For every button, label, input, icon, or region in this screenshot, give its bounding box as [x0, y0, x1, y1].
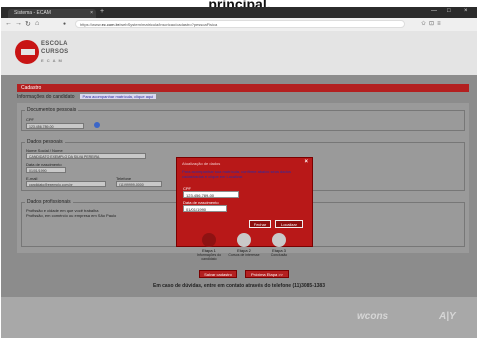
logo-line2: CURSOS — [41, 49, 69, 55]
url-path: /webSystem/matricula/inscricao/cadastro?… — [119, 22, 218, 27]
bookmark-icon[interactable]: ✩ — [421, 21, 429, 27]
telefone-input[interactable]: (11)99999-0000 — [116, 181, 162, 187]
profissao-line2: Profissão, em comércio ou empresa em São… — [26, 213, 117, 218]
dialog-text: Para acompanhar sua matrícula, confirme … — [182, 169, 291, 179]
escola-logo[interactable]: ESCOLA CURSOS E C A M — [15, 38, 73, 68]
window-close-icon[interactable]: × — [464, 8, 468, 14]
dados-pessoais-legend: Dados pessoais — [27, 139, 63, 145]
documentos-fieldset: Documentos pessoais CPF 123.456.789-00 — [21, 107, 465, 131]
step-3-desc: Conclusão — [270, 253, 288, 257]
home-icon[interactable]: ⌂ — [35, 20, 39, 27]
lock-icon: ● — [63, 21, 67, 27]
url-host: ec.com.br — [101, 22, 120, 27]
maximize-icon[interactable]: □ — [447, 8, 451, 14]
dialog-title: Atualização de dados — [182, 161, 221, 166]
step-1: Etapa 1 Informações do candidato — [189, 233, 229, 261]
email-input[interactable]: candidato@exemplo.com.br — [26, 181, 106, 187]
step-2: Etapa 2 Cursos de interesse — [224, 233, 264, 257]
info-label: Informações do candidato — [17, 94, 75, 100]
nascimento-input[interactable]: 01/01/1990 — [26, 167, 66, 173]
step-3-circle — [272, 233, 286, 247]
step-1-circle — [202, 233, 216, 247]
url-prefix: https://www. — [80, 22, 102, 27]
nome-input[interactable]: CANDIDATO EXEMPLO DA SILVA PEREIRA — [26, 153, 146, 159]
address-bar-row: ← → ↻ ⌂ ● https://www.ec.com.br/webSyste… — [1, 18, 477, 32]
browser-tab[interactable]: Sistema - ECAM × — [8, 9, 96, 18]
browser-tab-bar: Sistema - ECAM × + — □ × — [1, 7, 477, 18]
cpf-input[interactable]: 123.456.789-00 — [26, 123, 84, 129]
help-text: Em caso de dúvidas, entre em contato atr… — [152, 283, 325, 289]
minimize-icon[interactable]: — — [431, 8, 437, 14]
logo-line1: ESCOLA — [41, 41, 68, 47]
tab-title: Sistema - ECAM — [14, 10, 51, 16]
footer-partner-logo: A|Y — [439, 311, 456, 322]
reload-icon[interactable]: ↻ — [25, 20, 31, 28]
page-content: Cadastro Informações do candidato Para ac… — [1, 75, 477, 338]
fechar-button[interactable]: Fechar — [249, 220, 271, 228]
proxima-etapa-button[interactable]: Próxima Etapa >> — [245, 270, 289, 278]
back-icon[interactable]: ← — [5, 20, 12, 27]
footer-brand-logo: wcons — [357, 311, 389, 322]
browser-screen: Sistema - ECAM × + — □ × ← → ↻ ⌂ ● https… — [1, 7, 477, 338]
forward-icon[interactable]: → — [15, 20, 22, 27]
localizar-button[interactable]: Localizar — [275, 220, 303, 228]
logo-line3: E C A M — [41, 58, 63, 63]
dialog-nasc-input[interactable]: 01/01/1990 — [183, 205, 227, 212]
site-header: ESCOLA CURSOS E C A M — [1, 31, 477, 75]
info-chip-link[interactable]: Para acompanhar matrícula, clique aqui — [79, 94, 157, 99]
new-tab-icon[interactable]: + — [100, 8, 104, 15]
url-input[interactable]: https://www.ec.com.br/webSystem/matricul… — [75, 20, 405, 28]
menu-icon[interactable]: ≡ — [437, 21, 444, 27]
step-2-circle — [237, 233, 251, 247]
help-info-icon[interactable] — [94, 122, 100, 128]
info-line: Informações do candidato Para acompanhar … — [17, 94, 157, 100]
toolbar-icons: ✩⊡≡ — [421, 20, 444, 27]
dialog-close-icon[interactable]: × — [304, 159, 308, 165]
site-footer: wcons A|Y — [1, 297, 477, 338]
dialog-cpf-input[interactable]: 123.456.789-00 — [183, 191, 239, 198]
documentos-legend: Documentos pessoais — [27, 107, 77, 113]
extensions-icon[interactable]: ⊡ — [429, 21, 437, 27]
logo-mark-icon — [15, 40, 39, 64]
tab-close-icon[interactable]: × — [90, 9, 93, 18]
step-1-desc: Informações do candidato — [196, 253, 222, 261]
step-3: Etapa 3 Conclusão — [259, 233, 299, 257]
cpf-label: CPF — [26, 117, 34, 122]
step-2-desc: Cursos de interesse — [228, 253, 260, 257]
dados-profissionais-legend: Dados profissionais — [27, 199, 71, 205]
section-title-bar: Cadastro — [17, 84, 469, 92]
salvar-cadastro-button[interactable]: Salvar cadastro — [199, 270, 237, 278]
